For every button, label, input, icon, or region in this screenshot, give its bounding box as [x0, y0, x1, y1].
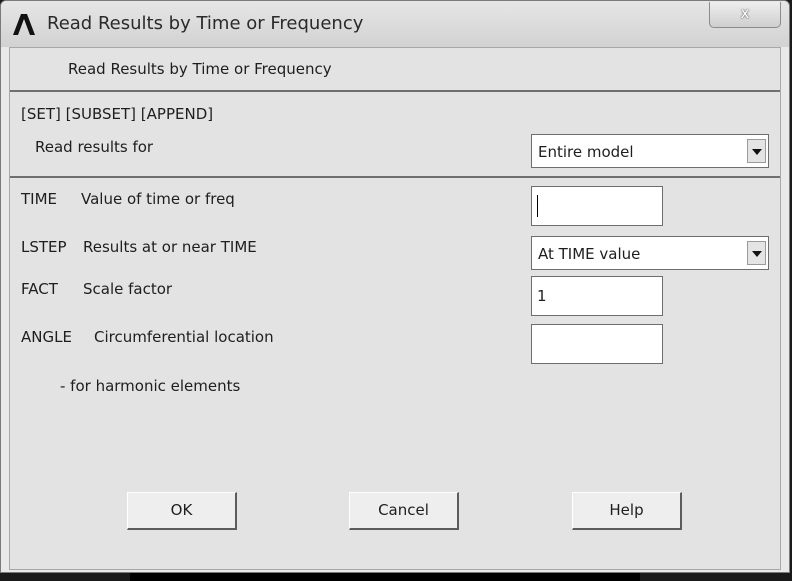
chevron-down-icon[interactable] [747, 139, 766, 163]
dialog-header-text: Read Results by Time or Frequency [68, 60, 332, 78]
angle-note: - for harmonic elements [60, 377, 241, 395]
fact-input[interactable]: 1 [531, 276, 663, 316]
time-description: Value of time or freq [81, 190, 235, 208]
dialog-window: Read Results by Time or Frequency x Read… [0, 0, 790, 573]
text-cursor [537, 195, 538, 217]
read-results-dropdown[interactable]: Entire model [531, 134, 769, 168]
read-results-value: Entire model [538, 143, 634, 161]
cancel-button[interactable]: Cancel [349, 492, 459, 530]
angle-keyword: ANGLE [21, 328, 72, 346]
chevron-down-icon[interactable] [747, 241, 766, 265]
ok-button[interactable]: OK [127, 492, 237, 530]
fact-keyword: FACT [21, 280, 58, 298]
title-bar[interactable]: Read Results by Time or Frequency x [1, 1, 789, 47]
angle-input[interactable] [531, 324, 663, 364]
lstep-keyword: LSTEP [21, 238, 67, 256]
lstep-dropdown[interactable]: At TIME value [531, 236, 769, 270]
set-section: [SET] [SUBSET] [APPEND] Read results for… [10, 92, 780, 178]
fact-description: Scale factor [83, 280, 173, 298]
time-keyword: TIME [21, 190, 58, 208]
ansys-logo-icon [13, 14, 35, 35]
close-icon: x [740, 4, 750, 22]
help-button[interactable]: Help [572, 492, 682, 530]
window-shadow [130, 573, 640, 581]
lstep-description: Results at or near TIME [83, 238, 257, 256]
dialog-body: Read Results by Time or Frequency [SET] … [9, 47, 781, 570]
angle-description: Circumferential location [94, 328, 274, 346]
window-title: Read Results by Time or Frequency [47, 13, 364, 34]
time-input[interactable] [531, 186, 663, 226]
dialog-header: Read Results by Time or Frequency [10, 48, 780, 92]
fact-value: 1 [537, 287, 547, 305]
set-command-label: [SET] [SUBSET] [APPEND] [21, 105, 214, 123]
lstep-value: At TIME value [538, 245, 641, 263]
read-results-label: Read results for [35, 138, 154, 156]
close-button[interactable]: x [709, 2, 781, 28]
